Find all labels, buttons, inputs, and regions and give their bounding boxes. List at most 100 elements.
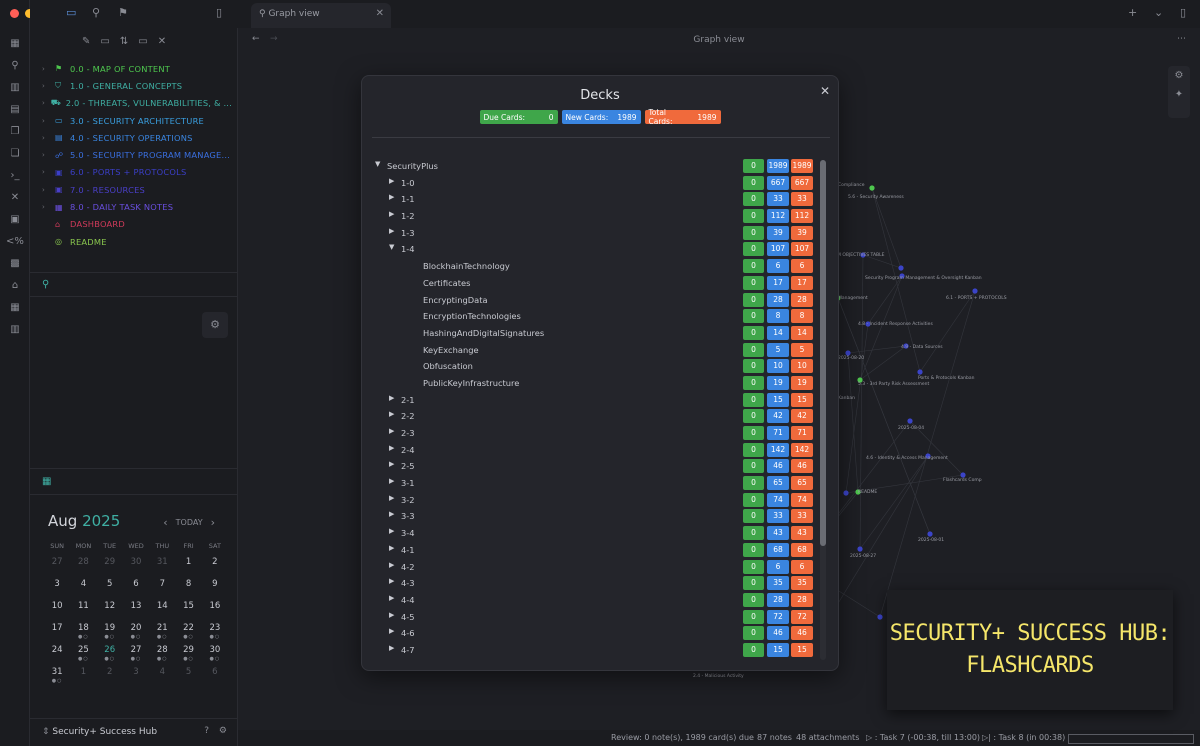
collapsed-triangle-icon[interactable]: ▶ bbox=[389, 627, 394, 635]
file-explorer-icon[interactable]: ▭ bbox=[66, 6, 76, 19]
home-icon[interactable]: ⌂ bbox=[6, 276, 24, 294]
deck-name[interactable]: 3-1 bbox=[401, 478, 415, 488]
calendar-day[interactable]: 28 ●○ bbox=[149, 645, 175, 662]
settings-gear-icon[interactable]: ⚙ bbox=[219, 726, 227, 736]
tab-graph-view[interactable]: ⚲ Graph view ✕ bbox=[251, 3, 391, 28]
collapsed-triangle-icon[interactable]: ▶ bbox=[389, 460, 394, 468]
sidebar-right-toggle-icon[interactable]: ▯ bbox=[1180, 6, 1186, 19]
sidebar-item[interactable]: › ⛉ 1.0 - GENERAL CONCEPTS bbox=[42, 77, 232, 94]
collapsed-triangle-icon[interactable]: ▶ bbox=[389, 561, 394, 569]
current-task[interactable]: ▷ : Task 7 (-00:38, till 13:00) bbox=[866, 733, 980, 742]
calendar-day[interactable]: 27 bbox=[44, 557, 70, 572]
expanded-triangle-icon[interactable]: ▼ bbox=[375, 160, 380, 168]
tools-icon[interactable]: ✕ bbox=[6, 188, 24, 206]
calendar-day[interactable]: 26 ●○ bbox=[97, 645, 123, 662]
graph-icon[interactable]: ⚲ bbox=[6, 56, 24, 74]
sidebar-item[interactable]: › ▣ 7.0 - RESOURCES bbox=[42, 181, 232, 198]
deck-row[interactable]: ▶ 4-6 0 46 46 bbox=[375, 625, 815, 642]
graph-node[interactable] bbox=[960, 472, 966, 478]
chevron-down-icon[interactable]: ⌄ bbox=[1154, 6, 1163, 19]
deck-row[interactable]: ▼ SecurityPlus 0 1989 1989 bbox=[375, 158, 815, 175]
close-icon[interactable]: ✕ bbox=[820, 84, 830, 98]
calendar-day[interactable]: 12 bbox=[97, 601, 123, 616]
sidebar-item[interactable]: ◎ README bbox=[42, 233, 232, 250]
deck-name[interactable]: 4-6 bbox=[401, 628, 415, 638]
deck-row[interactable]: ▶ 3-2 0 74 74 bbox=[375, 492, 815, 509]
calendar-day[interactable]: 3 bbox=[44, 579, 70, 594]
collapsed-triangle-icon[interactable]: ▶ bbox=[389, 177, 394, 185]
copy-icon[interactable]: ❐ bbox=[6, 122, 24, 140]
calendar-day[interactable]: 17 bbox=[44, 623, 70, 638]
calendar-day[interactable]: 5 bbox=[97, 579, 123, 594]
calendar-day[interactable]: 19 ●○ bbox=[97, 623, 123, 640]
calendar-day[interactable]: 11 bbox=[70, 601, 96, 616]
calendar-day[interactable]: 4 bbox=[149, 667, 175, 682]
deck-row[interactable]: ▶ 1-0 0 667 667 bbox=[375, 175, 815, 192]
calendar-day[interactable]: 8 bbox=[175, 579, 201, 594]
deck-name[interactable]: 4-7 bbox=[401, 645, 415, 655]
sidebar-item[interactable]: › ⛟ 2.0 - THREATS, VULNERABILITIES, & ... bbox=[42, 95, 232, 112]
prev-month-button[interactable]: ‹ bbox=[163, 516, 167, 529]
graph-node[interactable] bbox=[857, 546, 863, 552]
graph-node[interactable] bbox=[845, 350, 851, 356]
expanded-triangle-icon[interactable]: ▼ bbox=[389, 243, 394, 251]
calendar-day[interactable]: 23 ●○ bbox=[202, 623, 228, 640]
daily-note-icon[interactable]: ▦ bbox=[6, 298, 24, 316]
deck-name[interactable]: SecurityPlus bbox=[387, 161, 438, 171]
new-folder-icon[interactable]: ▭ bbox=[100, 36, 109, 47]
deck-name[interactable]: 2-1 bbox=[401, 395, 415, 405]
deck-name[interactable]: 1-0 bbox=[401, 178, 415, 188]
graph-node[interactable] bbox=[869, 185, 875, 191]
deck-name[interactable]: 1-1 bbox=[401, 194, 415, 204]
calendar-day[interactable]: 3 bbox=[123, 667, 149, 682]
deck-name[interactable]: PublicKeyInfrastructure bbox=[423, 378, 519, 388]
sort-icon[interactable]: ⇅ bbox=[120, 36, 128, 47]
graph-icon[interactable]: ⚲ bbox=[42, 279, 49, 290]
graph-node[interactable] bbox=[843, 490, 849, 496]
collapsed-triangle-icon[interactable]: ▶ bbox=[389, 510, 394, 518]
calendar-day[interactable]: 30 ●○ bbox=[202, 645, 228, 662]
bookmark-icon[interactable]: ⚑ bbox=[118, 6, 128, 19]
calendar-day[interactable]: 30 bbox=[123, 557, 149, 572]
deck-row[interactable]: KeyExchange 0 5 5 bbox=[375, 342, 815, 359]
deck-row[interactable]: ▶ 4-5 0 72 72 bbox=[375, 609, 815, 626]
collapsed-triangle-icon[interactable]: ▶ bbox=[389, 594, 394, 602]
sidebar-item[interactable]: › ▣ 6.0 - PORTS + PROTOCOLS bbox=[42, 164, 232, 181]
collapsed-triangle-icon[interactable]: ▶ bbox=[389, 394, 394, 402]
calendar-day[interactable]: 22 ●○ bbox=[175, 623, 201, 640]
calendar-day[interactable]: 29 bbox=[97, 557, 123, 572]
deck-name[interactable]: 3-4 bbox=[401, 528, 415, 538]
deck-name[interactable]: EncryptionTechnologies bbox=[423, 311, 521, 321]
deck-name[interactable]: 2-4 bbox=[401, 445, 415, 455]
calendar-day[interactable]: 18 ●○ bbox=[70, 623, 96, 640]
calendar-day[interactable]: 5 bbox=[175, 667, 201, 682]
deck-row[interactable]: EncryptingData 0 28 28 bbox=[375, 292, 815, 309]
collapsed-triangle-icon[interactable]: ▶ bbox=[389, 444, 394, 452]
deck-row[interactable]: ▼ 1-4 0 107 107 bbox=[375, 241, 815, 258]
deck-row[interactable]: ▶ 3-3 0 33 33 bbox=[375, 508, 815, 525]
calendar-day[interactable]: 14 bbox=[149, 601, 175, 616]
deck-name[interactable]: 3-3 bbox=[401, 511, 415, 521]
calendar-icon[interactable]: ▥ bbox=[6, 78, 24, 96]
close-window-button[interactable] bbox=[10, 9, 19, 18]
deck-name[interactable]: 4-2 bbox=[401, 562, 415, 572]
sidebar-item[interactable]: › ▭ 3.0 - SECURITY ARCHITECTURE bbox=[42, 112, 232, 129]
settings-gear-icon[interactable]: ⚙ bbox=[202, 312, 228, 338]
calendar-day[interactable]: 1 bbox=[70, 667, 96, 682]
calendar-day[interactable]: 27 ●○ bbox=[123, 645, 149, 662]
deck-name[interactable]: 4-1 bbox=[401, 545, 415, 555]
next-task[interactable]: ▷| : Task 8 (in 00:38) bbox=[982, 733, 1065, 742]
deck-name[interactable]: 2-2 bbox=[401, 411, 415, 421]
calendar-day[interactable]: 10 bbox=[44, 601, 70, 616]
deck-row[interactable]: Obfuscation 0 10 10 bbox=[375, 358, 815, 375]
deck-name[interactable]: 1-3 bbox=[401, 228, 415, 238]
review-status[interactable]: Review: 0 note(s), 1989 card(s) due bbox=[611, 733, 754, 742]
deck-row[interactable]: ▶ 4-1 0 68 68 bbox=[375, 542, 815, 559]
deck-name[interactable]: 4-5 bbox=[401, 612, 415, 622]
collapsed-triangle-icon[interactable]: ▶ bbox=[389, 577, 394, 585]
new-tab-icon[interactable]: + bbox=[1128, 6, 1137, 19]
deck-name[interactable]: EncryptingData bbox=[423, 295, 488, 305]
scrollbar[interactable] bbox=[820, 160, 826, 660]
deck-name[interactable]: Certificates bbox=[423, 278, 470, 288]
collapse-view-icon[interactable]: ▭ bbox=[138, 36, 147, 47]
